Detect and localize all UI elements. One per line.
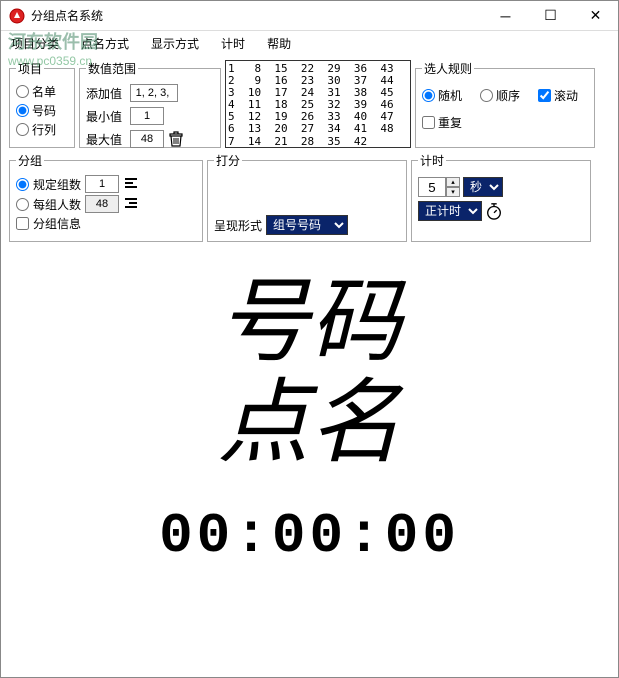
group-fieldset: 分组 规定组数 每组人数 — [9, 152, 203, 242]
app-icon — [9, 8, 25, 24]
add-value-label: 添加值 — [86, 85, 126, 102]
display-line1: 号码 — [217, 272, 401, 373]
score-fieldset: 打分 呈现形式 组号号码 — [207, 152, 407, 242]
radio-rowcol-label: 行列 — [32, 121, 56, 138]
second-row: 分组 规定组数 每组人数 — [9, 152, 610, 242]
radio-random-label: 随机 — [438, 87, 462, 104]
radio-group-people[interactable] — [16, 198, 29, 211]
check-group-info[interactable] — [16, 217, 29, 230]
main-display: 号码 点名 00:00:00 — [9, 242, 610, 673]
display-line2: 点名 — [217, 373, 401, 474]
radio-namelist-label: 名单 — [32, 83, 56, 100]
timer-legend: 计时 — [418, 152, 446, 169]
radio-rowcol[interactable] — [16, 123, 29, 136]
range-legend: 数值范围 — [86, 60, 138, 77]
max-value-label: 最大值 — [86, 131, 126, 148]
group-people-input[interactable] — [85, 195, 119, 213]
top-row: 项目 名单 号码 行列 数值范围 添加值 最小值 最大值 — [9, 60, 610, 148]
titlebar: 分组点名系统 ─ ☐ ✕ — [1, 1, 618, 31]
radio-number[interactable] — [16, 104, 29, 117]
check-group-info-label: 分组信息 — [33, 215, 81, 232]
radio-group-count-label: 规定组数 — [33, 176, 81, 193]
spinner-up[interactable]: ▴ — [446, 177, 460, 187]
align-icon-1[interactable] — [123, 176, 139, 193]
content-area: 项目 名单 号码 行列 数值范围 添加值 最小值 最大值 — [1, 56, 618, 677]
rules-fieldset: 选人规则 随机 顺序 滚动 重复 — [415, 60, 595, 148]
close-button[interactable]: ✕ — [573, 2, 618, 30]
timer-value-input[interactable] — [418, 177, 446, 197]
menu-display-mode[interactable]: 显示方式 — [147, 33, 203, 54]
menu-rollcall-mode[interactable]: 点名方式 — [77, 33, 133, 54]
timer-mode-select[interactable]: 正计时 — [418, 201, 482, 221]
radio-order-label: 顺序 — [496, 87, 520, 104]
window-controls: ─ ☐ ✕ — [483, 2, 618, 30]
radio-namelist[interactable] — [16, 85, 29, 98]
window-title: 分组点名系统 — [31, 7, 483, 24]
align-icon-2[interactable] — [123, 196, 139, 213]
timer-unit-select[interactable]: 秒 — [463, 177, 503, 197]
project-fieldset: 项目 名单 号码 行列 — [9, 60, 75, 148]
stopwatch-icon[interactable] — [485, 202, 503, 220]
timer-spinner[interactable]: ▴ ▾ — [418, 177, 460, 197]
timer-fieldset: 计时 ▴ ▾ 秒 正计时 — [411, 152, 591, 242]
menu-timer[interactable]: 计时 — [217, 33, 249, 54]
rules-legend: 选人规则 — [422, 60, 474, 77]
numbers-panel: 1 8 15 22 29 36 43 2 9 16 23 30 37 44 3 … — [225, 60, 411, 148]
range-fieldset: 数值范围 添加值 最小值 最大值 — [79, 60, 221, 148]
form-select[interactable]: 组号号码 — [266, 215, 348, 235]
trash-icon[interactable] — [168, 131, 184, 147]
check-scroll[interactable] — [538, 89, 551, 102]
maximize-button[interactable]: ☐ — [528, 2, 573, 30]
project-legend: 项目 — [16, 60, 44, 77]
form-label: 呈现形式 — [214, 217, 262, 234]
menu-help[interactable]: 帮助 — [263, 33, 295, 54]
app-window: 分组点名系统 ─ ☐ ✕ 项目分类 点名方式 显示方式 计时 帮助 河东软件园 … — [0, 0, 619, 678]
spinner-down[interactable]: ▾ — [446, 187, 460, 197]
radio-random[interactable] — [422, 89, 435, 102]
check-repeat-label: 重复 — [438, 114, 462, 131]
score-legend: 打分 — [214, 152, 242, 169]
add-value-input[interactable] — [130, 84, 178, 102]
radio-order[interactable] — [480, 89, 493, 102]
min-value-input[interactable] — [130, 107, 164, 125]
max-value-input[interactable] — [130, 130, 164, 148]
big-text: 号码 点名 — [217, 272, 401, 474]
check-repeat[interactable] — [422, 116, 435, 129]
group-count-input[interactable] — [85, 175, 119, 193]
check-scroll-label: 滚动 — [554, 87, 578, 104]
menubar: 项目分类 点名方式 显示方式 计时 帮助 — [1, 31, 618, 56]
menu-project-category[interactable]: 项目分类 — [7, 33, 63, 54]
minimize-button[interactable]: ─ — [483, 2, 528, 30]
radio-number-label: 号码 — [32, 102, 56, 119]
min-value-label: 最小值 — [86, 108, 126, 125]
group-legend: 分组 — [16, 152, 44, 169]
radio-group-people-label: 每组人数 — [33, 196, 81, 213]
radio-group-count[interactable] — [16, 178, 29, 191]
timer-display: 00:00:00 — [159, 504, 460, 568]
